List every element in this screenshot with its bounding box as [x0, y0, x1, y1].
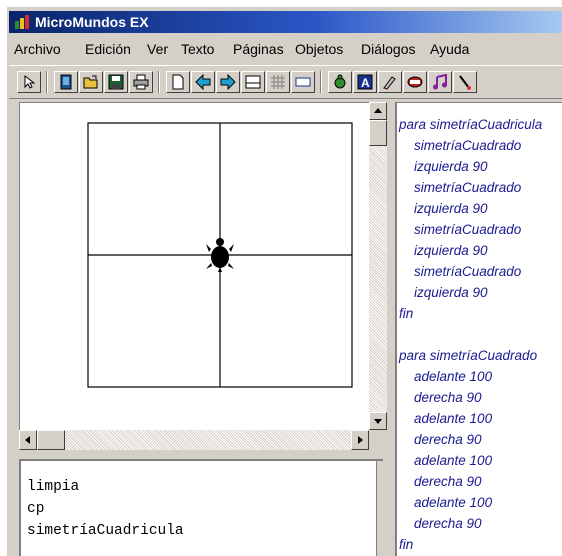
scroll-left-button[interactable] [19, 430, 37, 450]
scroll-thumb[interactable] [37, 430, 65, 450]
toolbar: A [9, 65, 562, 99]
procedure-line: para simetríaCuadricula [399, 117, 543, 132]
new-turtle-button[interactable] [328, 71, 352, 93]
menu-texto[interactable]: Texto [181, 37, 214, 61]
text-box-icon: A [357, 74, 373, 90]
procedure-line: para simetríaCuadrado [399, 348, 538, 363]
procedure-line: adelante 100 [414, 369, 493, 384]
toolbar-separator [46, 71, 48, 93]
menu-edicion[interactable]: Edición [85, 37, 131, 61]
window-title: MicroMundos EX [35, 14, 149, 30]
procedure-line: simetríaCuadrado [414, 180, 522, 195]
rectangle-button[interactable] [291, 71, 315, 93]
scroll-thumb[interactable] [369, 120, 387, 146]
title-bar: MicroMundos EX [9, 11, 562, 33]
new-page-icon [60, 74, 72, 90]
menu-ayuda[interactable]: Ayuda [430, 37, 469, 61]
canvas-vertical-scrollbar[interactable] [369, 102, 387, 430]
scroll-right-button[interactable] [351, 430, 369, 450]
button-tool-button[interactable] [403, 71, 427, 93]
pointer-button[interactable] [17, 71, 41, 93]
menu-bar: Archivo Edición Ver Texto Páginas Objeto… [9, 37, 562, 61]
procedure-line: izquierda 90 [414, 243, 488, 258]
split-view-button[interactable] [241, 71, 265, 93]
paint-brush-button[interactable] [453, 71, 477, 93]
paint-button[interactable] [378, 71, 402, 93]
menu-archivo[interactable]: Archivo [14, 37, 61, 61]
arrow-left-icon [25, 436, 30, 444]
split-view-icon [245, 75, 261, 89]
music-button[interactable] [428, 71, 452, 93]
drawing-graphics [87, 122, 353, 388]
procedure-line: derecha 90 [414, 390, 482, 405]
toolbar-separator [320, 71, 322, 93]
procedure-line: derecha 90 [414, 474, 482, 489]
print-icon [133, 74, 149, 90]
paint-icon [383, 76, 396, 90]
save-icon [108, 74, 124, 90]
app-icon [15, 15, 29, 29]
command-line: simetríaCuadricula [27, 523, 184, 539]
command-center[interactable]: limpia cp simetríaCuadricula [19, 459, 383, 556]
procedure-line: simetríaCuadrado [414, 264, 522, 279]
grid-icon [271, 75, 285, 89]
menu-ver[interactable]: Ver [147, 37, 168, 61]
previous-page-button[interactable] [191, 71, 215, 93]
scroll-corner [369, 430, 387, 450]
save-button[interactable] [104, 71, 128, 93]
text-box-button[interactable]: A [353, 71, 377, 93]
procedures-panel[interactable]: para simetríaCuadricula simetríaCuadrado… [395, 102, 562, 556]
procedure-line: adelante 100 [414, 411, 493, 426]
open-folder-icon [83, 75, 98, 89]
command-scrollbar[interactable] [376, 461, 383, 556]
arrow-right-icon [358, 436, 363, 444]
procedure-line: adelante 100 [414, 453, 493, 468]
procedure-line: adelante 100 [414, 495, 493, 510]
procedure-line: derecha 90 [414, 516, 482, 531]
command-line: limpia [27, 479, 80, 495]
scroll-down-button[interactable] [369, 412, 387, 430]
app-window: MicroMundos EX Archivo Edición Ver Texto… [6, 6, 562, 556]
toolbar-separator [158, 71, 160, 93]
paint-brush-icon [459, 75, 471, 90]
scroll-up-button[interactable] [369, 102, 387, 120]
pointer-icon [24, 74, 36, 89]
blank-page-button[interactable] [166, 71, 190, 93]
svg-text:A: A [361, 76, 370, 90]
blank-page-icon [172, 74, 184, 90]
procedure-line: simetríaCuadrado [414, 222, 522, 237]
procedure-line: derecha 90 [414, 432, 482, 447]
open-button[interactable] [79, 71, 103, 93]
music-icon [433, 74, 447, 90]
drawing-canvas[interactable] [19, 102, 370, 431]
arrow-right-icon [220, 74, 236, 90]
arrow-left-icon [195, 74, 211, 90]
arrow-down-icon [374, 419, 382, 424]
grid-button[interactable] [266, 71, 290, 93]
menu-objetos[interactable]: Objetos [295, 37, 343, 61]
menu-dialogos[interactable]: Diálogos [361, 37, 415, 61]
turtle-icon [334, 74, 346, 89]
canvas-horizontal-scrollbar[interactable] [19, 430, 369, 450]
next-page-button[interactable] [216, 71, 240, 93]
menu-paginas[interactable]: Páginas [233, 37, 284, 61]
command-line: cp [27, 501, 45, 517]
arrow-up-icon [374, 108, 382, 113]
print-button[interactable] [129, 71, 153, 93]
procedure-line: fin [399, 306, 414, 321]
procedure-line: izquierda 90 [414, 201, 488, 216]
rectangle-icon [295, 77, 311, 87]
procedure-line: fin [399, 537, 414, 552]
new-page-button[interactable] [54, 71, 78, 93]
button-icon [407, 76, 423, 88]
procedure-line: izquierda 90 [414, 285, 488, 300]
procedure-line: simetríaCuadrado [414, 138, 522, 153]
procedure-line: izquierda 90 [414, 159, 488, 174]
